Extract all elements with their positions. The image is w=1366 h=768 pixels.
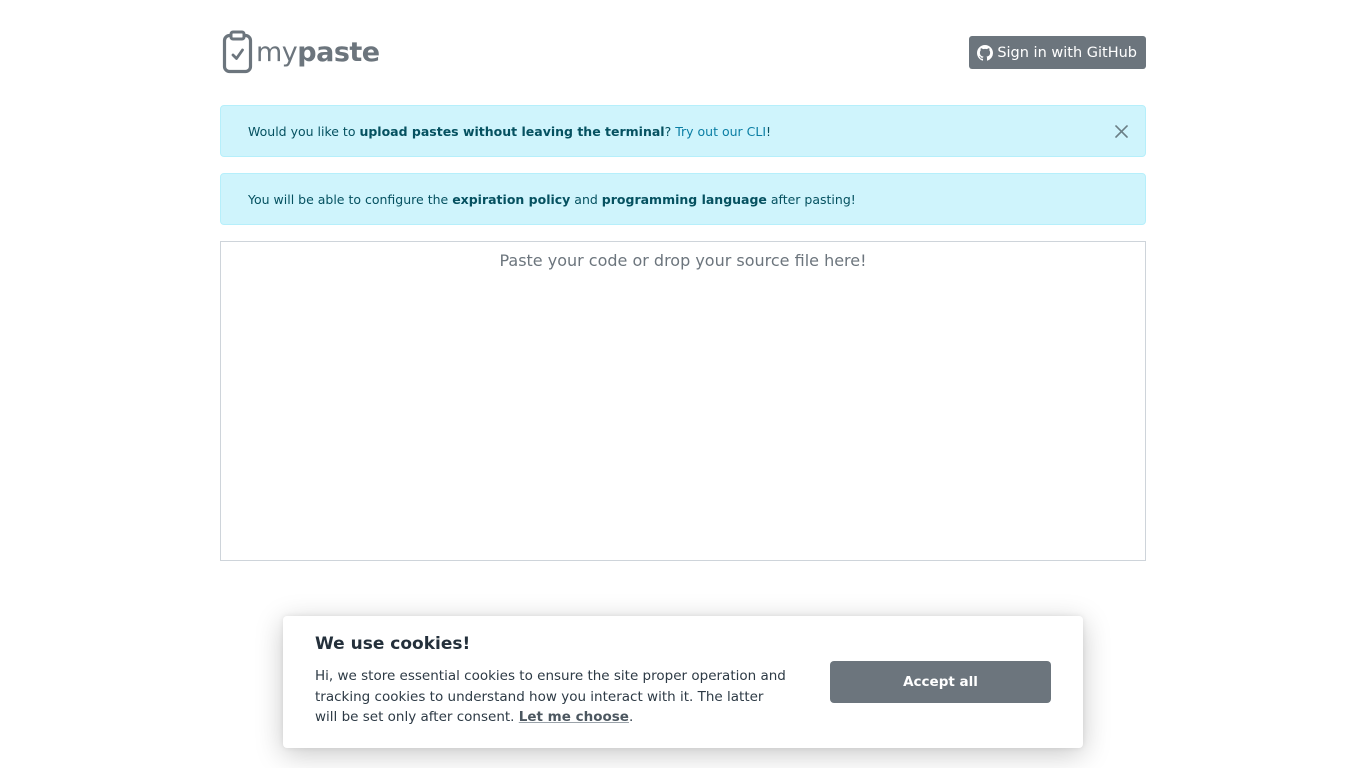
accept-all-button[interactable]: Accept all xyxy=(830,661,1051,703)
configure-alert-prefix: You will be able to configure the xyxy=(248,191,453,207)
header: mypaste Sign in with GitHub xyxy=(220,0,1146,105)
cli-alert-prefix: Would you like to xyxy=(248,123,360,139)
programming-language-bold: programming language xyxy=(601,191,767,207)
configure-alert-middle: and xyxy=(570,191,602,207)
logo-link[interactable]: mypaste xyxy=(222,30,380,74)
configure-alert-suffix: after pasting! xyxy=(766,191,856,207)
sign-in-github-button[interactable]: Sign in with GitHub xyxy=(969,36,1146,69)
cookie-text-suffix: . xyxy=(628,709,634,725)
github-icon xyxy=(977,44,994,61)
cli-alert: Would you like to upload pastes without … xyxy=(220,105,1146,157)
cli-alert-suffix: ! xyxy=(766,123,772,139)
cli-alert-text: Would you like to upload pastes without … xyxy=(248,124,771,139)
configure-alert-text: You will be able to configure the expira… xyxy=(248,192,856,207)
let-me-choose-link[interactable]: Let me choose xyxy=(519,709,629,725)
page: mypaste Sign in with GitHub Would you li… xyxy=(0,0,1366,768)
expiration-policy-bold: expiration policy xyxy=(452,191,571,207)
sign-in-github-label: Sign in with GitHub xyxy=(997,44,1137,61)
configure-info-alert: You will be able to configure the expira… xyxy=(220,173,1146,225)
logo-text-bold: paste xyxy=(297,36,380,68)
alert-close-button[interactable] xyxy=(1114,124,1129,139)
logo-text: mypaste xyxy=(256,39,380,66)
cookie-banner: We use cookies! Hi, we store essential c… xyxy=(283,616,1083,748)
paste-textarea[interactable] xyxy=(220,241,1146,561)
logo-text-light: my xyxy=(256,36,298,68)
cli-alert-middle: ? xyxy=(664,123,676,139)
cookie-text: Hi, we store essential cookies to ensure… xyxy=(315,666,787,728)
cookie-title: We use cookies! xyxy=(315,634,471,654)
close-icon xyxy=(1115,125,1128,138)
try-cli-link[interactable]: Try out our CLI xyxy=(675,124,766,139)
main-container: mypaste Sign in with GitHub Would you li… xyxy=(220,0,1146,565)
cli-alert-bold: upload pastes without leaving the termin… xyxy=(359,123,665,139)
clipboard-check-icon xyxy=(222,30,253,74)
